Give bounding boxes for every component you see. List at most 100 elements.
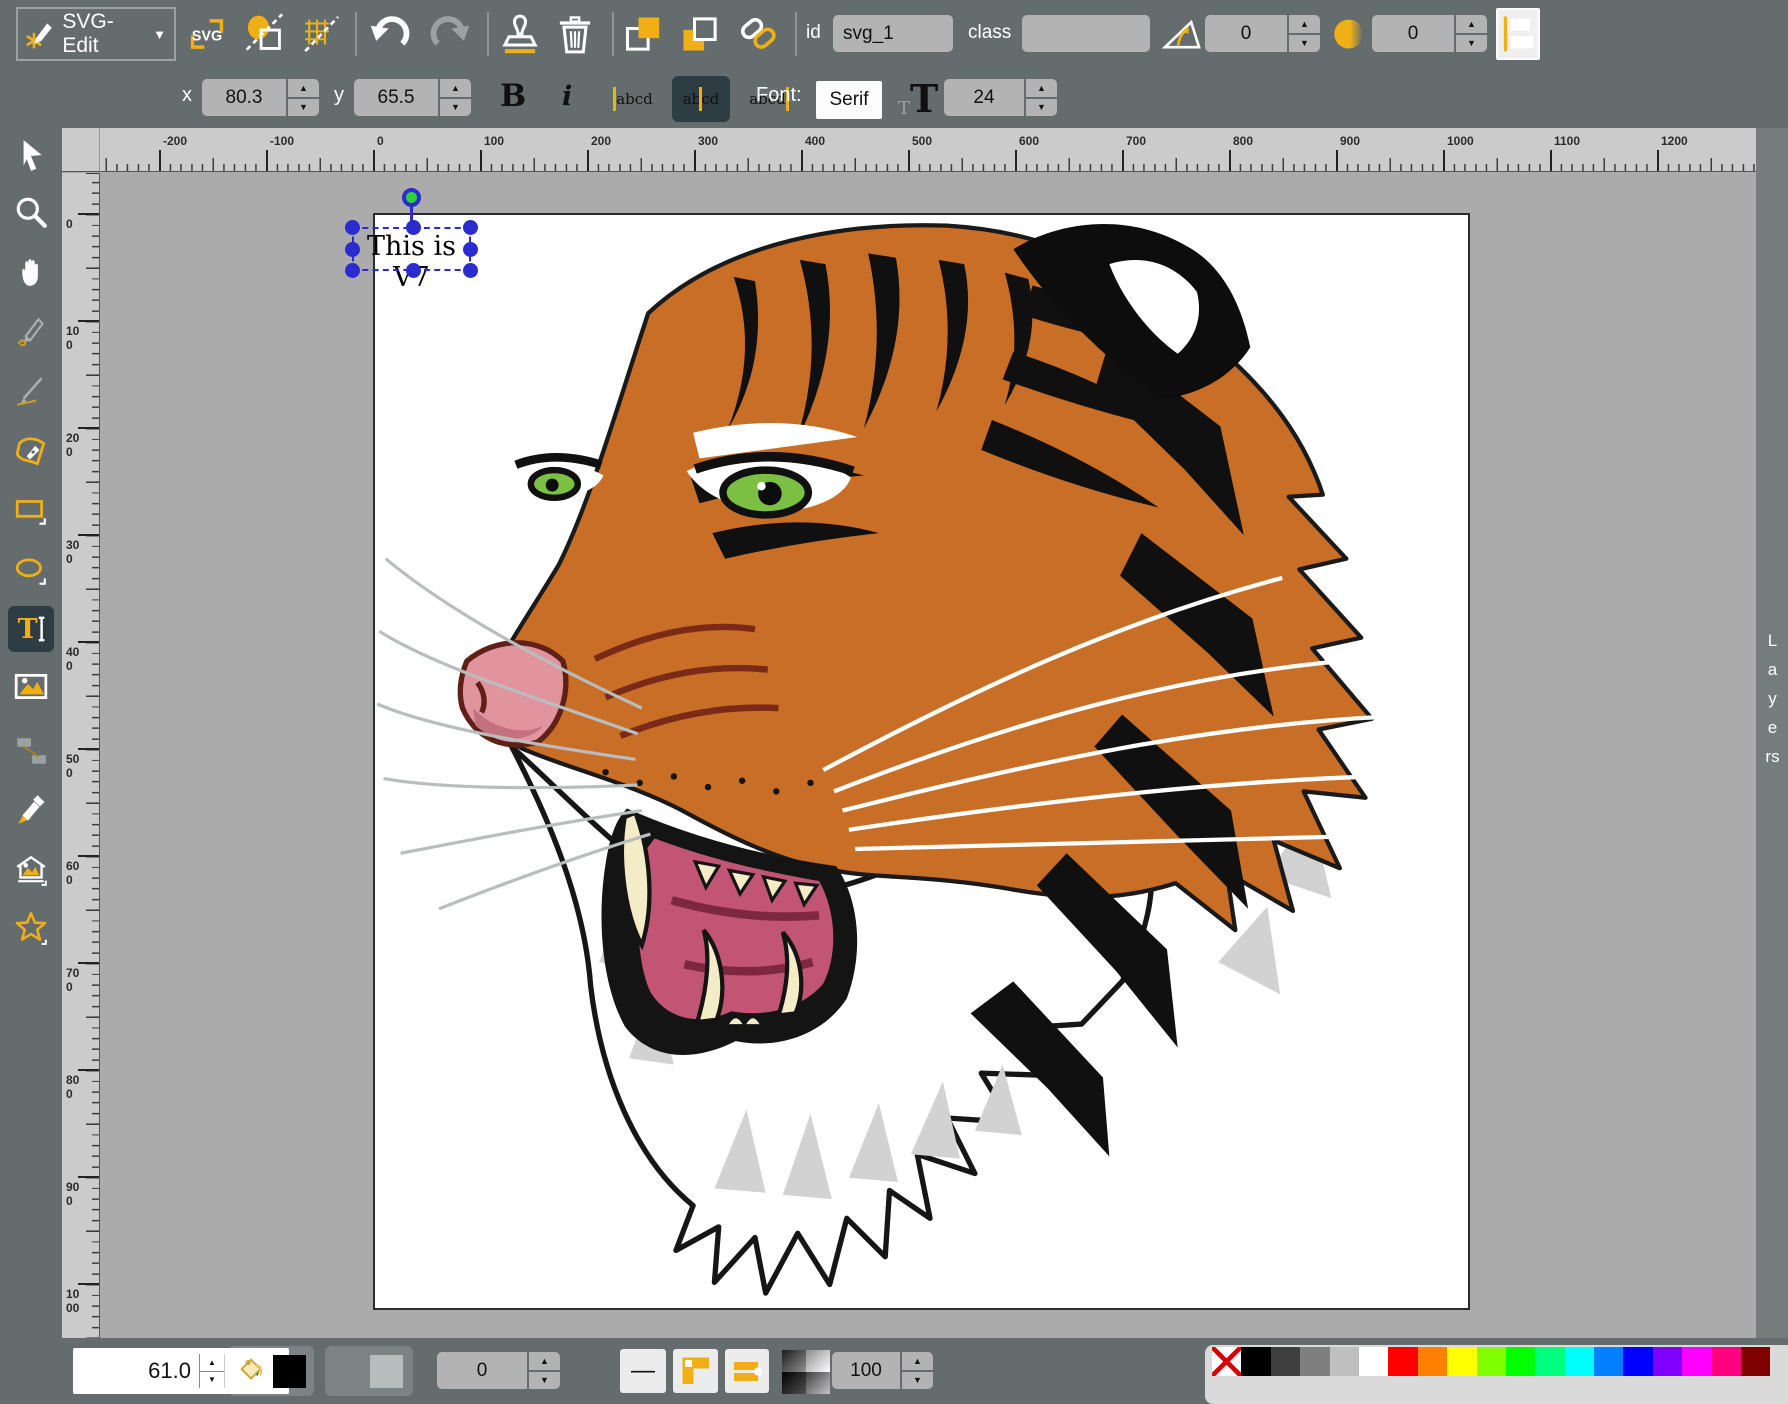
ruler-tick <box>78 1283 99 1285</box>
opacity-spinner[interactable]: ▲▼ <box>902 1352 933 1389</box>
bold-button[interactable]: B <box>500 78 526 114</box>
palette-swatch[interactable] <box>1300 1347 1329 1376</box>
zoom-input[interactable] <box>73 1358 191 1384</box>
palette-swatch[interactable] <box>1623 1347 1652 1376</box>
main-menu-button[interactable]: SVG-Edit ▼ <box>16 7 176 61</box>
selection-handle-nw[interactable] <box>345 220 360 235</box>
blur-spinner[interactable]: ▲▼ <box>1456 15 1487 52</box>
palette-swatch[interactable] <box>1594 1347 1623 1376</box>
connector-tool[interactable] <box>11 730 51 772</box>
fill-color-swatch[interactable] <box>273 1355 306 1388</box>
text-anchor-middle-button[interactable]: abcd <box>672 76 730 122</box>
palette-swatch[interactable] <box>1682 1347 1711 1376</box>
ruler-label: 1100 <box>1554 134 1580 148</box>
palette-swatch[interactable] <box>1653 1347 1682 1376</box>
stroke-color-control[interactable] <box>325 1346 413 1396</box>
palette-swatch[interactable] <box>1418 1347 1447 1376</box>
undo-button[interactable] <box>368 12 412 56</box>
palette-swatch[interactable] <box>1241 1347 1270 1376</box>
palette-swatch[interactable] <box>1330 1347 1359 1376</box>
angle-input[interactable] <box>1205 15 1287 52</box>
palette-swatch[interactable] <box>1712 1347 1741 1376</box>
selection-handle-sw[interactable] <box>345 263 360 278</box>
blur-icon <box>1328 12 1372 56</box>
text-tool[interactable]: T <box>8 606 54 652</box>
opacity-input[interactable] <box>832 1352 900 1389</box>
eyedropper-tool[interactable] <box>11 788 51 830</box>
stroke-style-label: — <box>631 1357 655 1385</box>
stroke-width-input[interactable] <box>437 1352 527 1389</box>
y-spinner[interactable]: ▲▼ <box>440 79 471 116</box>
ellipse-tool[interactable] <box>11 550 51 592</box>
move-to-front-button[interactable] <box>622 12 666 56</box>
palette-container <box>1205 1345 1788 1404</box>
redo-button[interactable] <box>428 12 472 56</box>
move-to-back-button[interactable] <box>678 12 722 56</box>
italic-button[interactable]: i <box>562 81 572 112</box>
path-tool[interactable] <box>11 430 51 472</box>
layers-panel-tab[interactable]: Layers <box>1756 128 1788 1338</box>
element-id-input[interactable] <box>833 15 953 52</box>
stroke-style-button[interactable]: — <box>620 1349 666 1393</box>
zoom-spinner[interactable]: ▲▼ <box>199 1354 225 1388</box>
stroke-width-spinner[interactable]: ▲▼ <box>529 1352 560 1389</box>
y-input[interactable] <box>354 79 438 116</box>
shape-library-button[interactable] <box>243 12 287 56</box>
source-editor-label: SVG <box>192 29 222 45</box>
palette-swatch[interactable] <box>1535 1347 1564 1376</box>
x-spinner[interactable]: ▲▼ <box>288 79 319 116</box>
chevron-down-icon: ▼ <box>153 27 166 42</box>
selection-box <box>352 227 471 271</box>
star-tool[interactable] <box>11 906 51 948</box>
selection-handle-se[interactable] <box>463 263 478 278</box>
delete-button[interactable] <box>553 12 597 56</box>
palette-swatch[interactable] <box>1271 1347 1300 1376</box>
palette-swatch[interactable] <box>1565 1347 1594 1376</box>
palette-swatch[interactable] <box>1506 1347 1535 1376</box>
font-family-button[interactable]: Serif <box>816 81 882 119</box>
selection-handle-ne[interactable] <box>463 220 478 235</box>
linecap-icon <box>730 1354 764 1388</box>
image-tool[interactable] <box>11 666 51 708</box>
select-tool[interactable] <box>11 134 51 176</box>
selection-handle-n[interactable] <box>406 220 421 235</box>
link-button[interactable] <box>736 12 780 56</box>
palette-swatch[interactable] <box>1741 1347 1770 1376</box>
font-size-spinner[interactable]: ▲▼ <box>1026 79 1057 116</box>
palette-swatch[interactable] <box>1359 1347 1388 1376</box>
rotate-handle[interactable] <box>402 188 421 207</box>
line-tool[interactable] <box>11 370 51 412</box>
source-editor-button[interactable]: SVG <box>185 12 229 56</box>
zoom-tool[interactable] <box>11 192 51 234</box>
stroke-color-swatch[interactable] <box>370 1355 403 1388</box>
fill-color-control[interactable] <box>228 1346 314 1396</box>
pan-tool[interactable] <box>11 250 51 292</box>
selection-handle-e[interactable] <box>463 242 478 257</box>
ruler-label: 500 <box>912 134 932 148</box>
clone-button[interactable] <box>498 12 542 56</box>
align-left-button[interactable] <box>1496 8 1540 60</box>
palette-swatch[interactable] <box>1212 1347 1241 1376</box>
ruler-tick <box>1229 150 1231 171</box>
palette-swatch[interactable] <box>1477 1347 1506 1376</box>
ruler-label: -100 <box>270 134 294 148</box>
font-size-input[interactable] <box>944 79 1024 116</box>
selection-handle-s[interactable] <box>406 263 421 278</box>
toolbar-separator <box>612 12 614 56</box>
rect-tool[interactable] <box>11 490 51 532</box>
drawing-canvas[interactable] <box>373 213 1470 1310</box>
angle-spinner[interactable]: ▲▼ <box>1289 15 1320 52</box>
element-class-input[interactable] <box>1022 15 1150 52</box>
palette-swatch[interactable] <box>1388 1347 1417 1376</box>
pencil-tool[interactable] <box>11 310 51 352</box>
selection-handle-w[interactable] <box>345 242 360 257</box>
shape-library-tool[interactable] <box>11 848 51 890</box>
blur-input[interactable] <box>1372 15 1454 52</box>
linejoin-button[interactable] <box>673 1349 718 1393</box>
ruler-label: 700 <box>66 966 80 994</box>
text-anchor-start-button[interactable]: abcd <box>604 76 662 122</box>
linecap-button[interactable] <box>725 1349 769 1393</box>
grid-button[interactable] <box>299 12 343 56</box>
x-input[interactable] <box>202 79 286 116</box>
palette-swatch[interactable] <box>1447 1347 1476 1376</box>
